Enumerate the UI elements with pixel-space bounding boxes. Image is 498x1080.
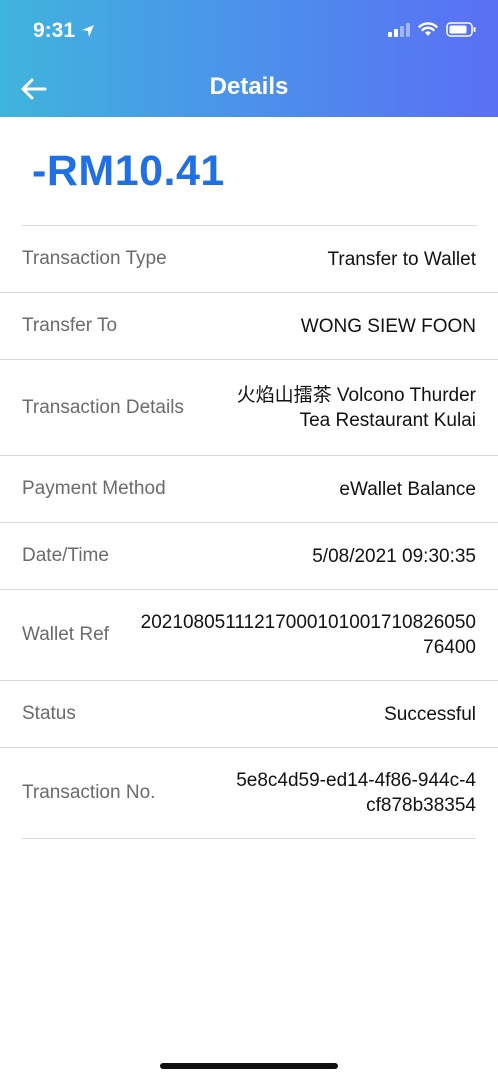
detail-label: Transaction Details [22, 396, 184, 418]
details-list: Transaction Type Transfer to Wallet Tran… [0, 226, 498, 839]
detail-label: Transaction No. [22, 782, 156, 803]
detail-value: 5/08/2021 09:30:35 [312, 545, 476, 567]
wifi-icon [418, 22, 438, 36]
detail-row-date-time: Date/Time 5/08/2021 09:30:35 [0, 523, 498, 590]
detail-value: WONG SIEW FOON [300, 315, 476, 337]
detail-value: 5e8c4d59-ed14-4f86-944c-4cf878b38354 [236, 770, 476, 816]
clock-text: 9:31 [33, 19, 76, 42]
detail-label: Wallet Ref [22, 624, 109, 645]
detail-value: 火焰山擂茶 Volcono Thurder Tea Restaurant Kul… [236, 384, 476, 431]
detail-row-transaction-no: Transaction No. 5e8c4d59-ed14-4f86-944c-… [22, 748, 476, 839]
detail-value: Transfer to Wallet [327, 248, 476, 270]
page-title: Details [209, 73, 289, 100]
detail-row-status: Status Successful [0, 681, 498, 748]
detail-label: Transfer To [22, 315, 118, 336]
detail-row-transaction-details: Transaction Details 火焰山擂茶 Volcono Thurde… [0, 360, 498, 456]
detail-label: Payment Method [22, 478, 166, 499]
detail-row-transfer-to: Transfer To WONG SIEW FOON [0, 293, 498, 360]
detail-label: Transaction Type [22, 248, 167, 269]
location-arrow-icon [82, 25, 95, 37]
transaction-amount: -RM10.41 [32, 147, 225, 195]
battery-icon [446, 22, 476, 37]
detail-row-payment-method: Payment Method eWallet Balance [0, 456, 498, 523]
nav-bar: Details [0, 62, 498, 117]
detail-value: Successful [384, 703, 476, 725]
status-time: 9:31 [33, 19, 95, 43]
cellular-signal-icon [388, 22, 410, 37]
detail-label: Date/Time [22, 545, 109, 566]
status-bar: 9:31 [0, 0, 498, 62]
detail-row-wallet-ref: Wallet Ref 20210805111217000101001710826… [0, 590, 498, 681]
status-icons [388, 22, 476, 37]
detail-value: 20210805111217000101001710826050 76400 [140, 612, 476, 658]
detail-label: Status [22, 703, 76, 724]
detail-row-transaction-type: Transaction Type Transfer to Wallet [0, 226, 498, 293]
app-header: 9:31 Details [0, 0, 498, 117]
detail-value: eWallet Balance [339, 478, 476, 500]
home-indicator[interactable] [160, 1063, 338, 1069]
